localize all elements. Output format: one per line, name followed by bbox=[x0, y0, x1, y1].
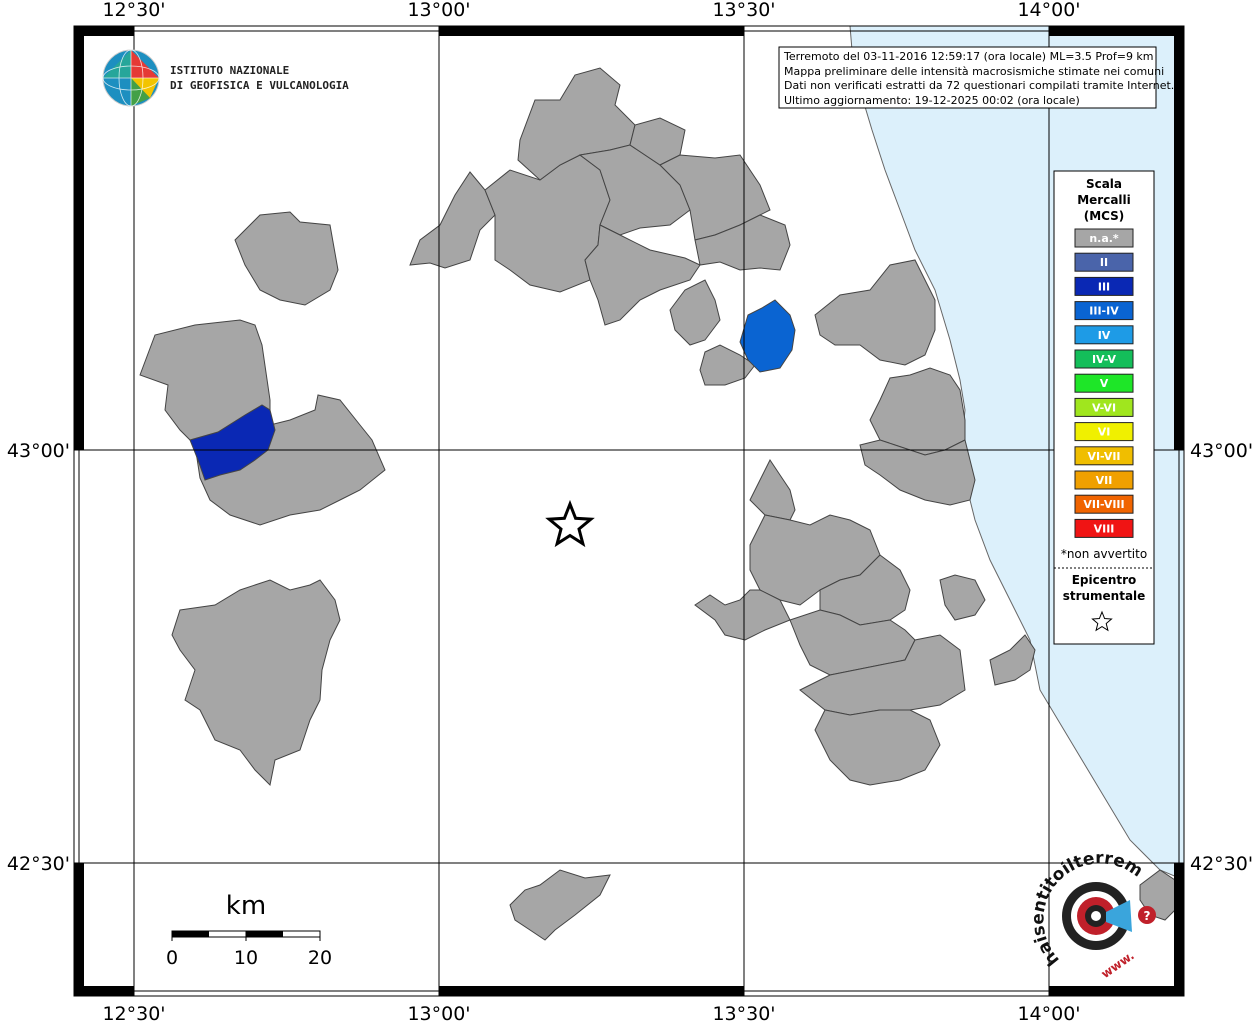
legend-swatch-label: V-VI bbox=[1092, 401, 1116, 414]
lon-label-bottom: 12°30' bbox=[102, 1003, 165, 1024]
legend-swatch-label: VIII bbox=[1094, 522, 1115, 535]
lat-label-left: 42°30' bbox=[7, 853, 70, 875]
legend-swatch-label: IV bbox=[1098, 329, 1111, 342]
legend-swatch-label: VII-VIII bbox=[1083, 498, 1124, 511]
legend-swatch-label: VI bbox=[1098, 426, 1111, 439]
info-line-4: Ultimo aggiornamento: 19-12-2025 00:02 (… bbox=[784, 94, 1080, 107]
info-line-3: Dati non verificati estratti da 72 quest… bbox=[784, 79, 1174, 92]
lon-label-top: 14°00' bbox=[1017, 0, 1080, 21]
lon-label-bottom: 14°00' bbox=[1017, 1003, 1080, 1024]
scale-unit: km bbox=[226, 891, 266, 921]
scale-tick-10: 10 bbox=[234, 947, 258, 969]
legend-swatch-label: V bbox=[1100, 377, 1109, 390]
legend-swatch-label: II bbox=[1100, 256, 1108, 269]
info-box: Terremoto del 03-11-2016 12:59:17 (ora l… bbox=[778, 46, 1174, 109]
lon-label-top: 13°00' bbox=[407, 0, 470, 21]
lon-label-top: 12°30' bbox=[102, 0, 165, 21]
legend-title-1: Scala bbox=[1086, 177, 1122, 191]
svg-text:?: ? bbox=[1144, 909, 1151, 923]
logo-line1: ISTITUTO NAZIONALE bbox=[170, 64, 289, 77]
legend-swatch-label: III-IV bbox=[1089, 305, 1119, 318]
legend-note: *non avvertito bbox=[1061, 547, 1147, 561]
legend-swatch-label: IV-V bbox=[1092, 353, 1117, 366]
logo-line2: DI GEOFISICA E VULCANOLOGIA bbox=[170, 79, 349, 92]
legend-swatch-label: VII bbox=[1096, 474, 1113, 487]
lon-label-bottom: 13°30' bbox=[712, 1003, 775, 1024]
scale-tick-0: 0 bbox=[166, 947, 178, 969]
legend: Scala Mercalli (MCS) n.a.*IIIIIIII-IVIVI… bbox=[1053, 170, 1155, 645]
legend-swatch-label: VI-VII bbox=[1087, 450, 1120, 463]
lon-label-top: 13°30' bbox=[712, 0, 775, 21]
legend-epicenter-1: Epicentro bbox=[1072, 573, 1137, 587]
lat-label-right: 43°00' bbox=[1190, 440, 1253, 462]
scale-tick-20: 20 bbox=[308, 947, 332, 969]
lat-label-left: 43°00' bbox=[7, 440, 70, 462]
legend-epicenter-2: strumentale bbox=[1063, 589, 1146, 603]
lon-label-bottom: 13°00' bbox=[407, 1003, 470, 1024]
legend-title-2: Mercalli bbox=[1077, 193, 1131, 207]
info-line-2: Mappa preliminare delle intensità macros… bbox=[784, 65, 1164, 78]
lat-label-right: 42°30' bbox=[1190, 853, 1253, 875]
macroseismic-map: 12°30' 13°00' 13°30' 14°00' 12°30' 13°00… bbox=[0, 0, 1253, 1024]
info-line-1: Terremoto del 03-11-2016 12:59:17 (ora l… bbox=[783, 50, 1154, 63]
legend-swatch-label: n.a.* bbox=[1089, 232, 1119, 245]
legend-title-3: (MCS) bbox=[1084, 209, 1125, 223]
legend-swatch-label: III bbox=[1098, 280, 1110, 293]
